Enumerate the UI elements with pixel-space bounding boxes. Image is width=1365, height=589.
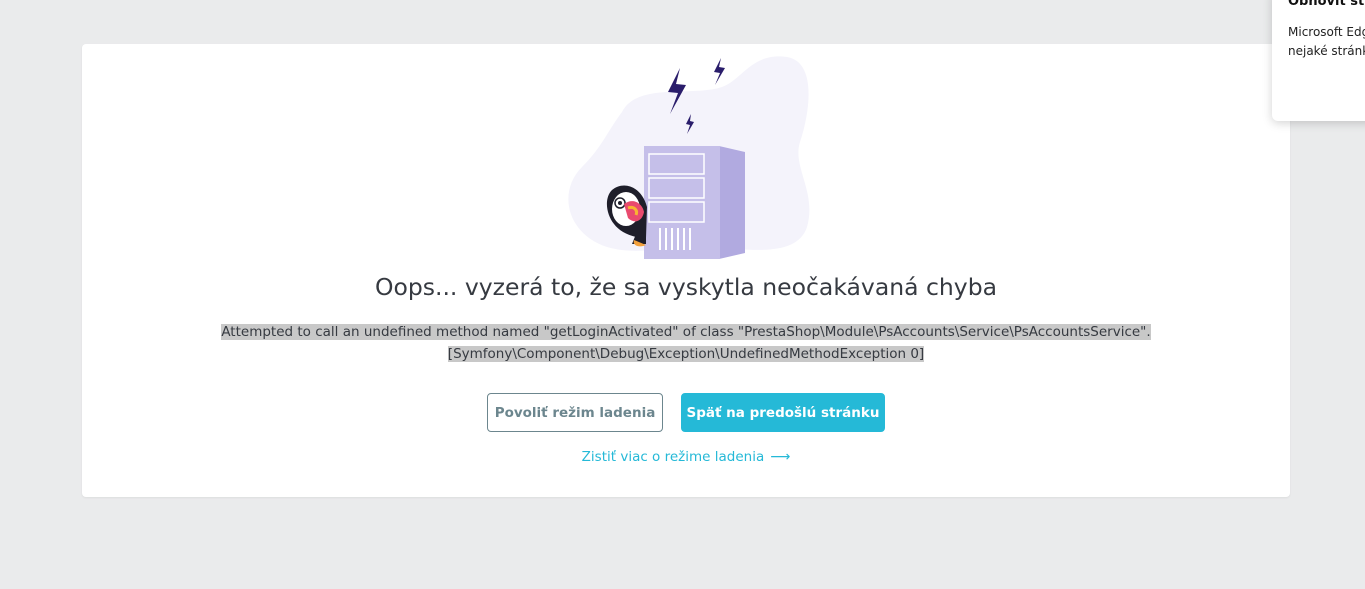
browser-notification[interactable]: Obnoviť str Microsoft Edg nejaké stránky	[1272, 0, 1365, 121]
enable-debug-mode-button[interactable]: Povoliť režim ladenia	[487, 393, 663, 432]
notification-title: Obnoviť str	[1288, 0, 1365, 9]
error-message-line-2: [Symfony\Component\Debug\Exception\Undef…	[447, 346, 925, 362]
learn-more-label: Zistiť viac o režime ladenia	[581, 449, 765, 465]
learn-more-debug-link[interactable]: Zistiť viac o režime ladenia ⟶	[82, 449, 1290, 465]
back-to-previous-page-button[interactable]: Späť na predošlú stránku	[681, 393, 885, 432]
error-message: Attempted to call an undefined method na…	[82, 321, 1290, 365]
arrow-right-icon: ⟶	[770, 449, 791, 465]
server-side	[719, 146, 745, 259]
notification-body-line-1: Microsoft Edg	[1288, 25, 1365, 39]
server-error-illustration	[568, 56, 810, 259]
error-card: Oops... vyzerá to, že sa vyskytla neočak…	[82, 44, 1290, 497]
notification-body: Microsoft Edg nejaké stránky	[1288, 23, 1365, 61]
notification-body-line-2: nejaké stránky	[1288, 44, 1365, 58]
error-message-line-1: Attempted to call an undefined method na…	[221, 324, 1151, 340]
lightning-icon	[714, 58, 725, 85]
error-title: Oops... vyzerá to, že sa vyskytla neočak…	[374, 273, 998, 301]
